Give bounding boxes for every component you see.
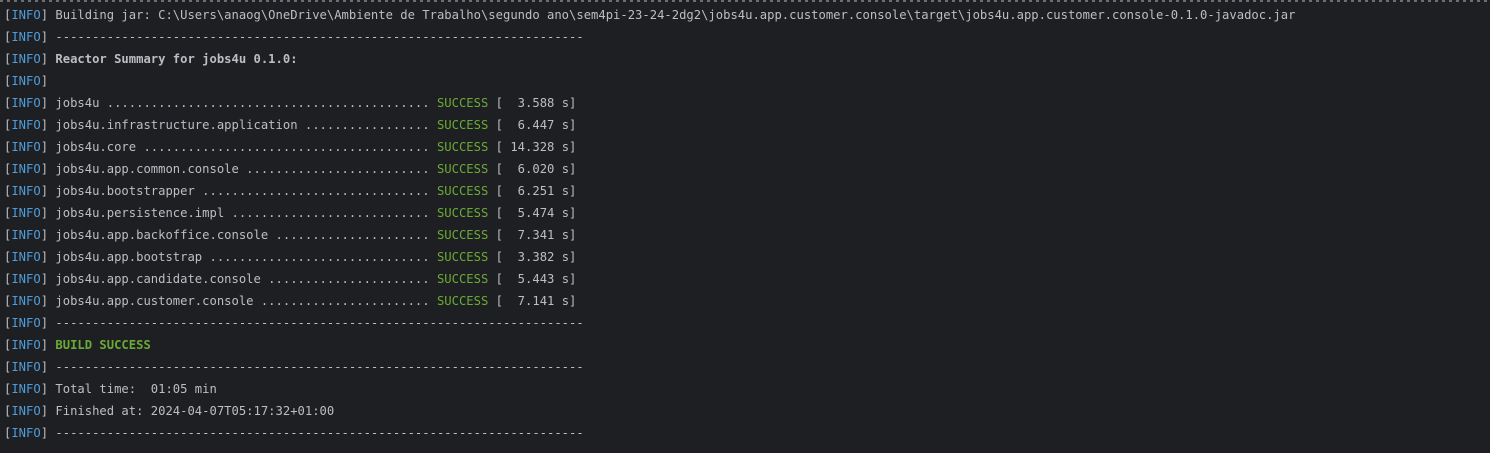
- module-name: jobs4u.app.customer.console ............…: [55, 294, 437, 308]
- module-name: jobs4u.infrastructure.application ......…: [55, 118, 437, 132]
- total-time-text: Total time: 01:05 min: [55, 382, 217, 396]
- module-name: jobs4u.core ............................…: [55, 140, 437, 154]
- module-row: [INFO] jobs4u.core .....................…: [4, 136, 576, 158]
- info-tag: [INFO]: [4, 8, 49, 22]
- info-tag: [INFO]: [4, 228, 49, 242]
- info-tag: [INFO]: [4, 360, 49, 374]
- separator-text: ----------------------------------------…: [55, 30, 584, 44]
- module-row: [INFO] jobs4u.app.candidate.console ....…: [4, 268, 576, 290]
- log-line-reactor-summary: [INFO] Reactor Summary for jobs4u 0.1.0:: [4, 48, 298, 70]
- module-row: [INFO] jobs4u.app.backoffice.console ...…: [4, 224, 576, 246]
- separator-text: ----------------------------------------…: [55, 426, 584, 440]
- module-time: [ 3.382 s]: [488, 250, 577, 264]
- info-tag: [INFO]: [4, 140, 49, 154]
- module-row: [INFO] jobs4u.app.bootstrap ............…: [4, 246, 576, 268]
- info-tag: [INFO]: [4, 338, 49, 352]
- info-tag: [INFO]: [4, 162, 49, 176]
- module-row: [INFO] jobs4u.app.customer.console .....…: [4, 290, 576, 312]
- info-tag: [INFO]: [4, 96, 49, 110]
- module-row: [INFO] jobs4u.bootstrapper .............…: [4, 180, 576, 202]
- info-tag: [INFO]: [4, 404, 49, 418]
- build-success-text: BUILD SUCCESS: [55, 338, 151, 352]
- module-time: [ 6.251 s]: [488, 184, 577, 198]
- info-tag: [INFO]: [4, 52, 49, 66]
- module-status: SUCCESS: [436, 250, 489, 264]
- module-status: SUCCESS: [436, 294, 489, 308]
- separator-text: ----------------------------------------…: [55, 316, 584, 330]
- module-name: jobs4u.bootstrapper ....................…: [55, 184, 437, 198]
- module-row: [INFO] jobs4u ..........................…: [4, 92, 576, 114]
- module-status: SUCCESS: [436, 140, 489, 154]
- info-tag: [INFO]: [4, 316, 49, 330]
- info-tag: [INFO]: [4, 426, 49, 440]
- module-time: [ 14.328 s]: [488, 140, 577, 154]
- module-name: jobs4u .................................…: [55, 96, 437, 110]
- module-name: jobs4u.app.candidate.console ...........…: [55, 272, 437, 286]
- module-time: [ 3.588 s]: [488, 96, 577, 110]
- log-line-separator: [INFO] ---------------------------------…: [4, 422, 584, 444]
- module-status: SUCCESS: [436, 184, 489, 198]
- module-time: [ 7.141 s]: [488, 294, 577, 308]
- module-row: [INFO] jobs4u.infrastructure.application…: [4, 114, 576, 136]
- module-status: SUCCESS: [436, 206, 489, 220]
- module-name: jobs4u.app.bootstrap ...................…: [55, 250, 437, 264]
- module-time: [ 5.474 s]: [488, 206, 577, 220]
- module-time: [ 7.341 s]: [488, 228, 577, 242]
- module-status: SUCCESS: [436, 118, 489, 132]
- info-tag: [INFO]: [4, 272, 49, 286]
- info-tag: [INFO]: [4, 294, 49, 308]
- log-line-separator: [INFO] ---------------------------------…: [4, 26, 584, 48]
- info-tag: [INFO]: [4, 206, 49, 220]
- console-output[interactable]: [INFO] Building jar: C:\Users\anaog\OneD…: [0, 0, 1490, 453]
- log-line-build-success: [INFO] BUILD SUCCESS: [4, 334, 151, 356]
- log-line-empty: [INFO]: [4, 70, 48, 92]
- info-tag: [INFO]: [4, 382, 49, 396]
- log-line-finished-at: [INFO] Finished at: 2024-04-07T05:17:32+…: [4, 400, 334, 422]
- info-tag: [INFO]: [4, 250, 49, 264]
- module-time: [ 5.443 s]: [488, 272, 577, 286]
- log-line-separator: [INFO] ---------------------------------…: [4, 312, 584, 334]
- clipped-previous-line: [0, 0, 1490, 2]
- module-row: [INFO] jobs4u.persistence.impl .........…: [4, 202, 576, 224]
- module-status: SUCCESS: [436, 162, 489, 176]
- module-row: [INFO] jobs4u.app.common.console .......…: [4, 158, 576, 180]
- module-status: SUCCESS: [436, 272, 489, 286]
- log-line-total-time: [INFO] Total time: 01:05 min: [4, 378, 217, 400]
- separator-text: ----------------------------------------…: [55, 360, 584, 374]
- module-name: jobs4u.persistence.impl ................…: [55, 206, 437, 220]
- module-name: jobs4u.app.backoffice.console ..........…: [55, 228, 437, 242]
- info-tag: [INFO]: [4, 74, 49, 88]
- info-tag: [INFO]: [4, 30, 49, 44]
- module-time: [ 6.447 s]: [488, 118, 577, 132]
- finished-at-text: Finished at: 2024-04-07T05:17:32+01:00: [55, 404, 335, 418]
- log-line-separator: [INFO] ---------------------------------…: [4, 356, 584, 378]
- reactor-summary-heading: Reactor Summary for jobs4u 0.1.0:: [55, 52, 298, 66]
- module-name: jobs4u.app.common.console ..............…: [55, 162, 437, 176]
- module-status: SUCCESS: [436, 96, 489, 110]
- log-line-building-jar: [INFO] Building jar: C:\Users\anaog\OneD…: [4, 4, 1295, 26]
- info-tag: [INFO]: [4, 118, 49, 132]
- info-tag: [INFO]: [4, 184, 49, 198]
- log-message: Building jar: C:\Users\anaog\OneDrive\Am…: [55, 8, 1296, 22]
- module-time: [ 6.020 s]: [488, 162, 577, 176]
- module-status: SUCCESS: [436, 228, 489, 242]
